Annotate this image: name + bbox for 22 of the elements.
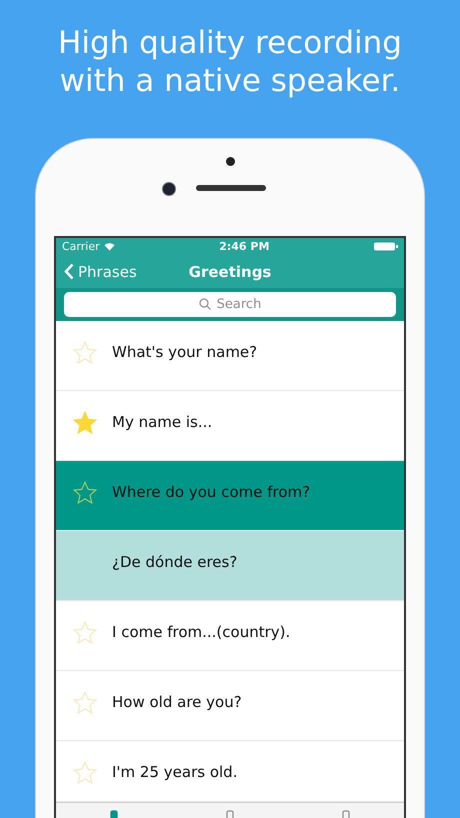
phrase-row[interactable]: How old are you? — [56, 670, 404, 741]
speaker-icon — [196, 185, 266, 191]
star-icon[interactable] — [72, 480, 98, 506]
clock-time: 2:46 PM — [219, 240, 270, 254]
star-icon[interactable] — [72, 760, 98, 786]
screen-title: Greetings — [188, 262, 272, 281]
headline: High quality recording with a native speaker. — [57, 24, 403, 100]
phrase-row[interactable]: I come from...(country). — [56, 600, 404, 671]
star-icon[interactable] — [72, 690, 98, 716]
wifi-icon — [104, 242, 115, 252]
phrase-row[interactable]: What's your name? — [56, 320, 404, 391]
star-icon[interactable] — [72, 340, 98, 366]
star-icon[interactable] — [72, 620, 98, 646]
translation-row: ¿De dónde eres? — [56, 530, 404, 601]
camera-icon — [162, 182, 176, 196]
star-icon[interactable] — [72, 410, 98, 436]
search-icon — [198, 298, 211, 310]
carrier-label: Carrier — [62, 240, 100, 254]
sensor-icon — [226, 157, 235, 166]
battery-icon — [374, 242, 398, 252]
phrase-row[interactable]: Where do you come from? — [56, 460, 404, 531]
chevron-left-icon — [64, 263, 74, 280]
